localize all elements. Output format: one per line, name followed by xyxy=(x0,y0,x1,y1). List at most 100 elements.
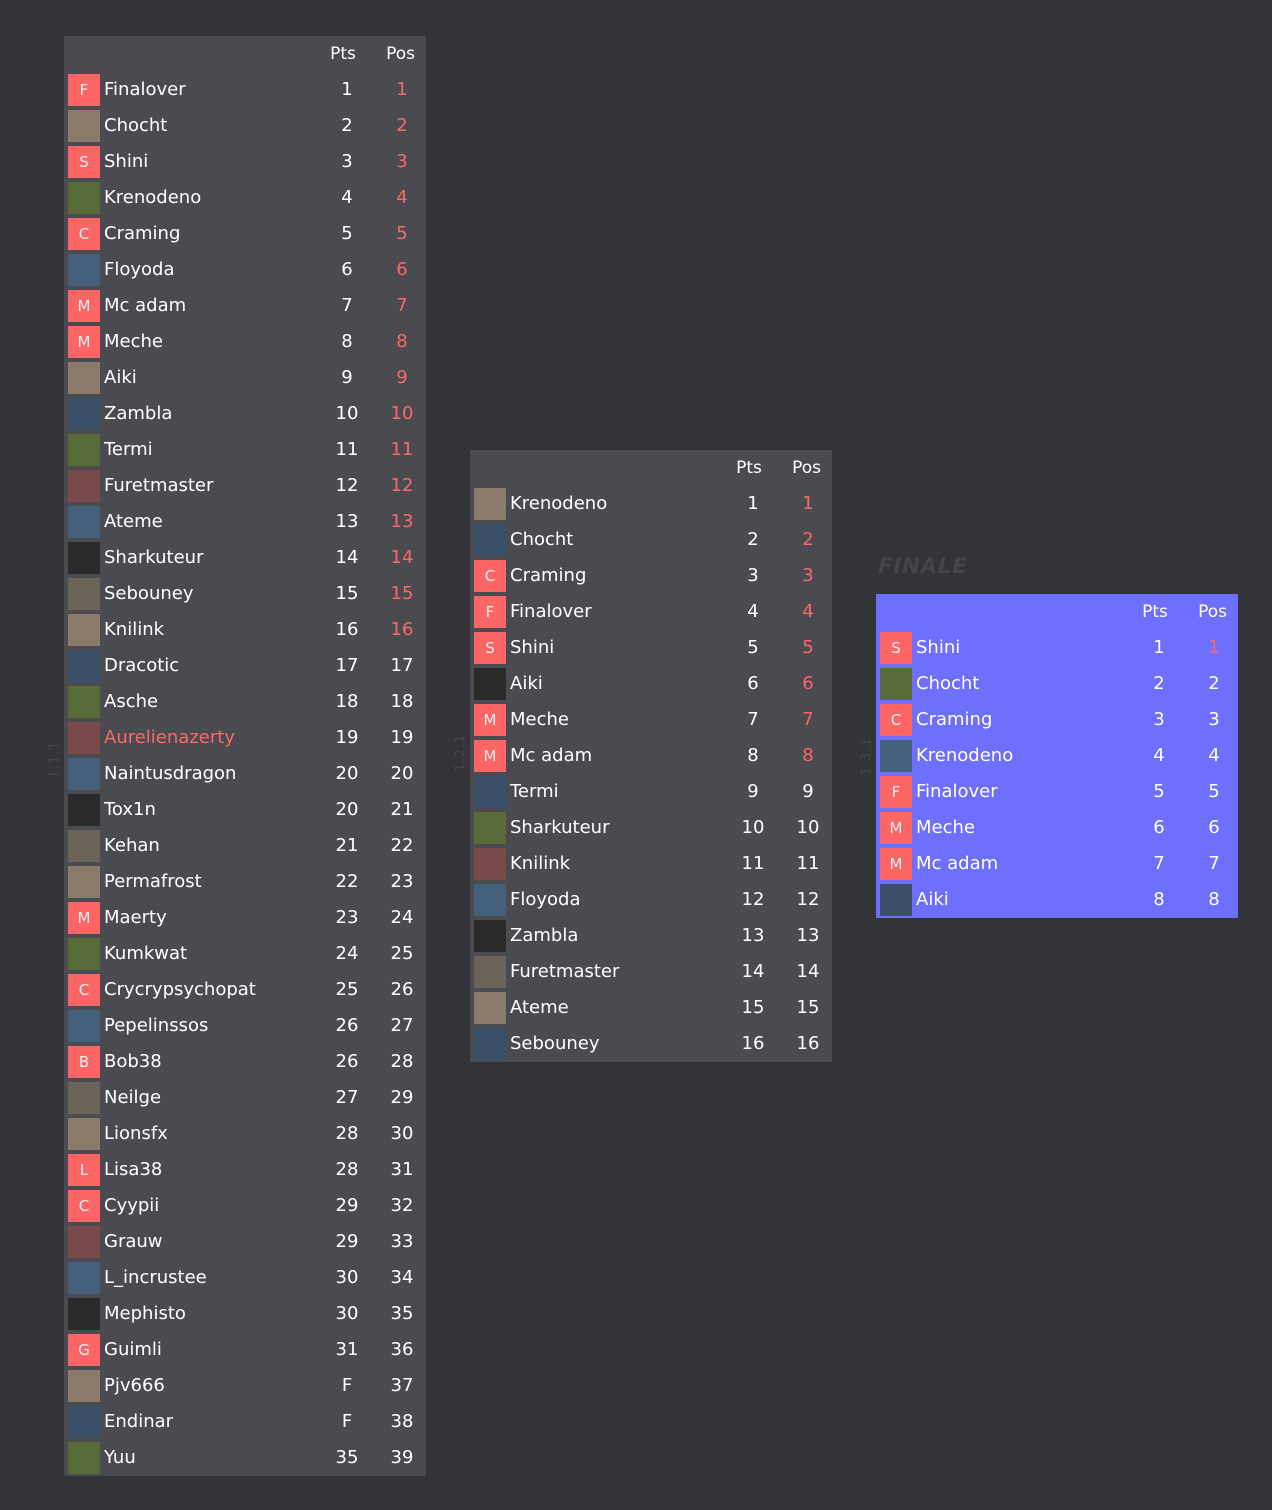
table-row[interactable]: F Finalover 4 4 xyxy=(470,594,832,630)
table-row[interactable]: F Finalover 5 5 xyxy=(876,774,1238,810)
player-name[interactable]: Krenodeno xyxy=(916,745,1013,766)
table-row[interactable]: Floyoda 12 12 xyxy=(470,882,832,918)
player-name[interactable]: Mc adam xyxy=(510,745,592,766)
table-row[interactable]: Chocht 2 2 xyxy=(470,522,832,558)
table-row[interactable]: Kehan 21 22 xyxy=(64,828,426,864)
player-name[interactable]: Craming xyxy=(916,709,992,730)
table-row[interactable]: M Mc adam 8 8 xyxy=(470,738,832,774)
player-name[interactable]: Dracotic xyxy=(104,655,179,676)
player-name[interactable]: L_incrustee xyxy=(104,1267,207,1288)
player-name[interactable]: Knilink xyxy=(510,853,570,874)
table-row[interactable]: C Craming 3 3 xyxy=(876,702,1238,738)
table-row[interactable]: Permafrost 22 23 xyxy=(64,864,426,900)
player-name[interactable]: Shini xyxy=(510,637,554,658)
table-row[interactable]: Knilink 16 16 xyxy=(64,612,426,648)
player-name[interactable]: Lionsfx xyxy=(104,1123,168,1144)
table-row[interactable]: Ateme 13 13 xyxy=(64,504,426,540)
player-name[interactable]: Sebouney xyxy=(104,583,193,604)
table-row[interactable]: M Meche 8 8 xyxy=(64,324,426,360)
player-name[interactable]: Mephisto xyxy=(104,1303,186,1324)
player-name[interactable]: Neilge xyxy=(104,1087,161,1108)
table-row[interactable]: Sharkuteur 10 10 xyxy=(470,810,832,846)
table-row[interactable]: Aiki 8 8 xyxy=(876,882,1238,918)
player-name[interactable]: Floyoda xyxy=(104,259,175,280)
player-name[interactable]: Termi xyxy=(510,781,559,802)
table-row[interactable]: S Shini 3 3 xyxy=(64,144,426,180)
table-row[interactable]: M Meche 6 6 xyxy=(876,810,1238,846)
player-name[interactable]: Pepelinssos xyxy=(104,1015,208,1036)
table-row[interactable]: Aiki 6 6 xyxy=(470,666,832,702)
player-name[interactable]: Meche xyxy=(916,817,975,838)
player-name[interactable]: Meche xyxy=(510,709,569,730)
table-row[interactable]: Aiki 9 9 xyxy=(64,360,426,396)
table-row[interactable]: C Crycrypsychopat 25 26 xyxy=(64,972,426,1008)
player-name[interactable]: Craming xyxy=(510,565,586,586)
player-name[interactable]: Finalover xyxy=(104,79,186,100)
table-row[interactable]: Pepelinssos 26 27 xyxy=(64,1008,426,1044)
table-row[interactable]: Sharkuteur 14 14 xyxy=(64,540,426,576)
table-row[interactable]: Furetmaster 12 12 xyxy=(64,468,426,504)
pos-column-header[interactable]: Pos xyxy=(1198,602,1227,622)
player-name[interactable]: Grauw xyxy=(104,1231,163,1252)
table-row[interactable]: Aurelienazerty 19 19 xyxy=(64,720,426,756)
player-name[interactable]: Krenodeno xyxy=(104,187,201,208)
table-row[interactable]: Dracotic 17 17 xyxy=(64,648,426,684)
table-row[interactable]: Krenodeno 4 4 xyxy=(876,738,1238,774)
table-row[interactable]: M Maerty 23 24 xyxy=(64,900,426,936)
player-name[interactable]: Bob38 xyxy=(104,1051,162,1072)
table-row[interactable]: Endinar F 38 xyxy=(64,1404,426,1440)
table-row[interactable]: Chocht 2 2 xyxy=(64,108,426,144)
player-name[interactable]: Zambla xyxy=(104,403,172,424)
player-name[interactable]: Crycrypsychopat xyxy=(104,979,256,1000)
player-name[interactable]: Sharkuteur xyxy=(510,817,609,838)
player-name[interactable]: Chocht xyxy=(104,115,167,136)
player-name[interactable]: Yuu xyxy=(104,1447,136,1468)
player-name[interactable]: Sharkuteur xyxy=(104,547,203,568)
table-row[interactable]: Krenodeno 1 1 xyxy=(470,486,832,522)
table-row[interactable]: L Lisa38 28 31 xyxy=(64,1152,426,1188)
table-row[interactable]: C Craming 5 5 xyxy=(64,216,426,252)
player-name[interactable]: Termi xyxy=(104,439,153,460)
table-row[interactable]: M Mc adam 7 7 xyxy=(876,846,1238,882)
pts-column-header[interactable]: Pts xyxy=(729,458,769,478)
player-name[interactable]: Tox1n xyxy=(104,799,156,820)
player-name[interactable]: Pjv666 xyxy=(104,1375,165,1396)
table-row[interactable]: Ateme 15 15 xyxy=(470,990,832,1026)
player-name[interactable]: Aiki xyxy=(510,673,543,694)
table-row[interactable]: C Cyypii 29 32 xyxy=(64,1188,426,1224)
player-name[interactable]: Permafrost xyxy=(104,871,202,892)
table-row[interactable]: Mephisto 30 35 xyxy=(64,1296,426,1332)
table-row[interactable]: Naintusdragon 20 20 xyxy=(64,756,426,792)
table-row[interactable]: Termi 11 11 xyxy=(64,432,426,468)
player-name[interactable]: Kumkwat xyxy=(104,943,187,964)
player-name[interactable]: Knilink xyxy=(104,619,164,640)
table-row[interactable]: Floyoda 6 6 xyxy=(64,252,426,288)
player-name[interactable]: Ateme xyxy=(510,997,569,1018)
player-name[interactable]: Chocht xyxy=(510,529,573,550)
pos-column-header[interactable]: Pos xyxy=(386,44,415,64)
player-name[interactable]: Aurelienazerty xyxy=(104,727,235,748)
player-name[interactable]: Aiki xyxy=(916,889,949,910)
table-row[interactable]: Grauw 29 33 xyxy=(64,1224,426,1260)
player-name[interactable]: Floyoda xyxy=(510,889,581,910)
player-name[interactable]: Aiki xyxy=(104,367,137,388)
pts-column-header[interactable]: Pts xyxy=(323,44,363,64)
pos-column-header[interactable]: Pos xyxy=(792,458,821,478)
table-row[interactable]: Knilink 11 11 xyxy=(470,846,832,882)
table-row[interactable]: Lionsfx 28 30 xyxy=(64,1116,426,1152)
player-name[interactable]: Furetmaster xyxy=(104,475,213,496)
player-name[interactable]: Shini xyxy=(104,151,148,172)
table-row[interactable]: Furetmaster 14 14 xyxy=(470,954,832,990)
table-row[interactable]: Pjv666 F 37 xyxy=(64,1368,426,1404)
table-row[interactable]: Termi 9 9 xyxy=(470,774,832,810)
player-name[interactable]: Mc adam xyxy=(104,295,186,316)
table-row[interactable]: Chocht 2 2 xyxy=(876,666,1238,702)
player-name[interactable]: Shini xyxy=(916,637,960,658)
table-row[interactable]: Zambla 10 10 xyxy=(64,396,426,432)
player-name[interactable]: Maerty xyxy=(104,907,167,928)
table-row[interactable]: Neilge 27 29 xyxy=(64,1080,426,1116)
table-row[interactable]: C Craming 3 3 xyxy=(470,558,832,594)
player-name[interactable]: Naintusdragon xyxy=(104,763,236,784)
player-name[interactable]: Ateme xyxy=(104,511,163,532)
player-name[interactable]: Chocht xyxy=(916,673,979,694)
